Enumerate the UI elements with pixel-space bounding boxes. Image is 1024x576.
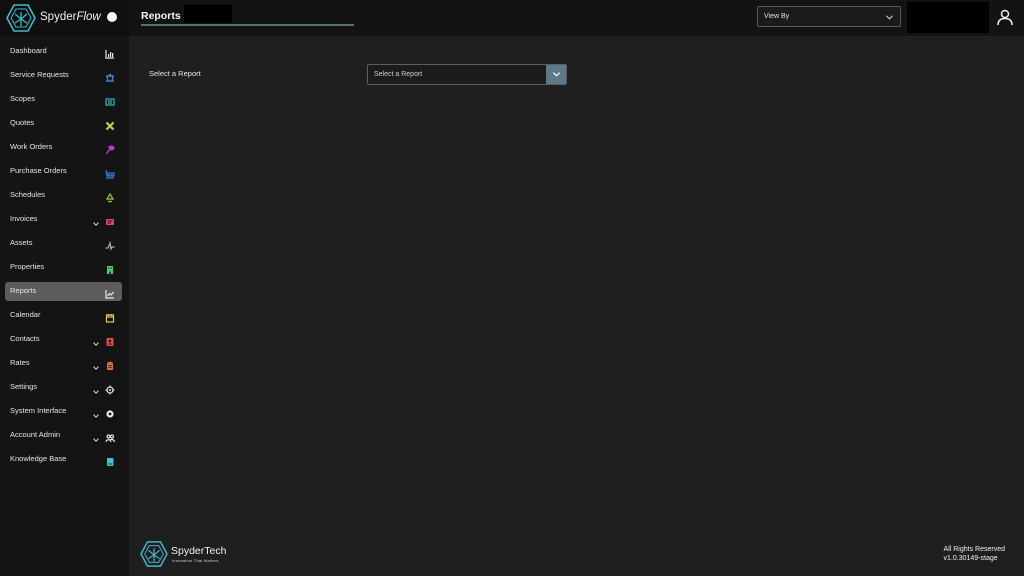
sidebar-item-properties[interactable]: Properties (0, 255, 129, 279)
pulse-icon (105, 238, 115, 251)
chevron-down-icon[interactable] (92, 335, 100, 346)
sidebar-item-label: Reports (10, 286, 37, 295)
sidebar-item-invoices[interactable]: Invoices (0, 207, 129, 231)
redacted-block (184, 5, 232, 23)
sidebar-item-quotes[interactable]: Quotes (0, 111, 129, 135)
sidebar-item-label: Service Requests (10, 70, 69, 79)
footer-info: All Rights Reserved v1.0.30149-stage (944, 545, 1005, 563)
contact-book-icon (105, 334, 115, 346)
footer-rights: All Rights Reserved (943, 546, 1005, 553)
chevron-down-icon[interactable] (92, 215, 100, 226)
sidebar: SpyderFlow Dashboard Service Requests Scop… (0, 0, 129, 576)
chevron-down-icon (885, 15, 894, 20)
sidebar-item-contacts[interactable]: Contacts (0, 327, 129, 351)
sidebar-item-label: Work Orders (10, 142, 53, 151)
sidebar-item-calendar[interactable]: Calendar (0, 303, 129, 327)
footer-tagline: Innovation That Matters (172, 558, 219, 563)
invoice-icon (105, 214, 115, 225)
sidebar-item-assets[interactable]: Assets (0, 231, 129, 255)
sidebar-item-reports[interactable]: Reports (0, 279, 129, 303)
spydertech-logo-icon (140, 541, 168, 567)
chevron-down-icon (552, 72, 561, 77)
system-gear-icon (105, 406, 115, 418)
chevron-down-icon[interactable] (92, 431, 100, 442)
building-icon (105, 262, 115, 274)
report-select-placeholder: Select a Report (374, 71, 423, 78)
sidebar-item-rates[interactable]: Rates (0, 351, 129, 375)
sidebar-item-knowledge-base[interactable]: Knowledge Base (0, 447, 129, 471)
sidebar-item-label: Account Admin (10, 430, 61, 439)
sidebar-item-dashboard[interactable]: Dashboard (0, 39, 129, 63)
sidebar-item-label: Invoices (10, 214, 38, 223)
view-by-label: View By (764, 13, 790, 20)
footer-brand: SpyderTech (171, 545, 227, 557)
redacted-block (907, 2, 989, 33)
page-title: Reports (141, 10, 181, 22)
sidebar-item-label: Properties (10, 262, 45, 271)
chevron-down-icon[interactable] (92, 359, 100, 370)
sidebar-item-label: Purchase Orders (10, 166, 67, 175)
sidebar-item-label: Assets (10, 238, 33, 247)
sidebar-item-label: Rates (10, 358, 30, 367)
report-select-dropdown[interactable]: Select a Report (367, 64, 567, 85)
sidebar-item-service-requests[interactable]: Service Requests (0, 63, 129, 87)
book-icon (105, 454, 115, 466)
tools-icon (105, 118, 115, 131)
service-request-icon (105, 70, 115, 82)
sidebar-item-label: Knowledge Base (10, 454, 67, 463)
recycle-icon (105, 190, 115, 203)
hammer-icon (105, 142, 115, 154)
brand-header: SpyderFlow (0, 0, 129, 36)
app-root: SpyderFlow Dashboard Service Requests Scop… (0, 0, 1024, 576)
sidebar-item-label: Quotes (10, 118, 35, 127)
bar-chart-icon (105, 46, 115, 59)
sidebar-item-schedules[interactable]: Schedules (0, 183, 129, 207)
sidebar-item-system-interface[interactable]: System Interface (0, 399, 129, 423)
brand-name: SpyderFlow (40, 11, 101, 23)
sidebar-item-label: Settings (10, 382, 38, 391)
sidebar-item-label: Scopes (10, 94, 36, 103)
users-icon (105, 430, 116, 443)
report-select-toggle[interactable] (546, 65, 566, 84)
chevron-down-icon[interactable] (92, 407, 100, 418)
view-by-dropdown[interactable]: View By (757, 6, 901, 27)
main-content: Select a Report Select a Report SpyderTe… (129, 36, 1024, 576)
scope-icon (105, 94, 115, 106)
sidebar-item-label: Schedules (10, 190, 46, 199)
line-chart-icon (105, 286, 115, 299)
sidebar-item-label: Dashboard (10, 46, 47, 55)
sidebar-item-work-orders[interactable]: Work Orders (0, 135, 129, 159)
title-underline (141, 24, 354, 26)
sidebar-item-label: Calendar (10, 310, 41, 319)
calendar-icon (105, 310, 115, 323)
theme-toggle[interactable] (107, 12, 117, 22)
sidebar-item-settings[interactable]: Settings (0, 375, 129, 399)
sidebar-nav: Dashboard Service Requests Scopes Quotes Wor… (0, 39, 129, 471)
clipboard-icon (105, 358, 115, 370)
sidebar-item-label: System Interface (10, 406, 67, 415)
sidebar-item-scopes[interactable]: Scopes (0, 87, 129, 111)
cart-icon (105, 166, 115, 179)
report-select-label: Select a Report (149, 69, 201, 78)
spyder-logo-icon[interactable] (6, 4, 36, 32)
sidebar-item-label: Contacts (10, 334, 40, 343)
user-account-icon[interactable] (996, 8, 1014, 26)
chevron-down-icon[interactable] (92, 383, 100, 394)
sidebar-item-purchase-orders[interactable]: Purchase Orders (0, 159, 129, 183)
sidebar-item-account-admin[interactable]: Account Admin (0, 423, 129, 447)
top-bar: Reports View By (129, 0, 1024, 36)
footer-version: v1.0.30149-stage (943, 555, 998, 562)
gear-icon (105, 382, 115, 395)
